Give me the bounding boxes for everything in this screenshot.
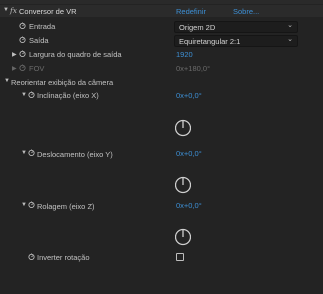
fov-label: FOV (29, 64, 45, 73)
entrada-label: Entrada (29, 22, 56, 31)
fov-expand-triangle[interactable]: ▶ (12, 65, 17, 72)
inclinacao-collapse-triangle[interactable]: ▼ (21, 92, 27, 98)
top-cutoff-row: ... ... (0, 0, 323, 4)
about-link[interactable]: Sobre... (233, 7, 259, 16)
largura-value[interactable]: 1920 (176, 50, 193, 59)
deslocamento-angle-dial[interactable] (175, 165, 191, 195)
reorientar-collapse-triangle[interactable]: ▼ (4, 78, 10, 84)
top-cutoff-text: ... (18, 0, 23, 2)
reorientar-label: Reorientar exibição da câmera (11, 78, 114, 87)
top-cutoff-text-right: ... (310, 0, 315, 2)
entrada-dropdown[interactable]: Origem 2D ⌄ (174, 21, 298, 33)
fx-toggle[interactable]: fx (10, 6, 17, 15)
entrada-value: Origem 2D (179, 23, 216, 32)
stopwatch-icon[interactable] (28, 253, 35, 260)
stopwatch-icon[interactable] (19, 36, 26, 43)
deslocamento-label: Deslocamento (eixo Y) (37, 150, 113, 159)
deslocamento-value[interactable]: 0x+0,0° (176, 149, 202, 158)
chevron-down-icon: ⌄ (287, 22, 293, 29)
largura-expand-triangle[interactable]: ▶ (12, 51, 17, 58)
inclinacao-angle-dial[interactable] (175, 108, 191, 138)
stopwatch-icon[interactable] (28, 149, 35, 156)
rolagem-value[interactable]: 0x+0,0° (176, 201, 202, 210)
saida-label: Saída (29, 36, 49, 45)
rolagem-label: Rolagem (eixo Z) (37, 202, 95, 211)
deslocamento-collapse-triangle[interactable]: ▼ (21, 150, 27, 156)
fov-value: 0x+180,0° (176, 64, 211, 73)
stopwatch-icon (19, 64, 26, 71)
stopwatch-icon[interactable] (28, 91, 35, 98)
saida-value: Equiretangular 2:1 (179, 37, 241, 46)
stopwatch-icon[interactable] (19, 50, 26, 57)
rolagem-collapse-triangle[interactable]: ▼ (21, 202, 27, 208)
inclinacao-value[interactable]: 0x+0,0° (176, 91, 202, 100)
largura-label: Largura do quadro de saída (29, 50, 122, 59)
effect-collapse-triangle[interactable]: ▼ (3, 7, 9, 13)
rolagem-angle-dial[interactable] (175, 217, 191, 247)
inclinacao-label: Inclinação (eixo X) (37, 91, 99, 100)
inverter-label: Inverter rotação (37, 253, 90, 262)
inverter-checkbox[interactable] (176, 253, 184, 261)
reset-link[interactable]: Redefinir (176, 7, 206, 16)
effect-name[interactable]: Conversor de VR (19, 7, 77, 16)
chevron-down-icon: ⌄ (287, 36, 293, 43)
saida-dropdown[interactable]: Equiretangular 2:1 ⌄ (174, 35, 298, 47)
stopwatch-icon[interactable] (19, 22, 26, 29)
stopwatch-icon[interactable] (28, 201, 35, 208)
